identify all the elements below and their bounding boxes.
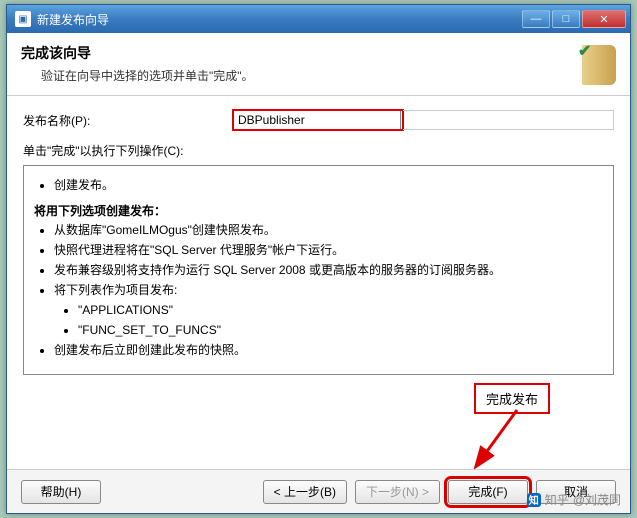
summary-section-title: 将用下列选项创建发布： bbox=[34, 202, 603, 219]
watermark-user: @刘茂同 bbox=[573, 491, 621, 508]
summary-item: 发布兼容级别将支持作为运行 SQL Server 2008 或更高版本的服务器的… bbox=[54, 261, 603, 279]
header-subtitle: 验证在向导中选择的选项并单击"完成"。 bbox=[21, 67, 572, 84]
watermark-site: 知乎 bbox=[545, 491, 569, 508]
summary-sub-item: "FUNC_SET_TO_FUNCS" bbox=[78, 321, 603, 339]
publish-name-input[interactable] bbox=[233, 110, 401, 130]
wizard-body: 发布名称(P): 单击"完成"以执行下列操作(C): 创建发布。 将用下列选项创… bbox=[7, 96, 630, 389]
summary-item: 创建发布后立即创建此发布的快照。 bbox=[54, 341, 603, 359]
wizard-window: ▣ 新建发布向导 — □ ✕ 完成该向导 验证在向导中选择的选项并单击"完成"。… bbox=[6, 4, 631, 514]
back-button[interactable]: < 上一步(B) bbox=[263, 480, 347, 504]
header-title: 完成该向导 bbox=[21, 43, 572, 63]
summary-box[interactable]: 创建发布。 将用下列选项创建发布： 从数据库"GomeILMOgus"创建快照发… bbox=[23, 165, 614, 375]
finish-button[interactable]: 完成(F) bbox=[448, 480, 528, 504]
input-extension bbox=[403, 110, 614, 130]
maximize-button[interactable]: □ bbox=[552, 10, 580, 28]
summary-item: 创建发布。 bbox=[54, 176, 603, 194]
checkmark-icon: ✔ bbox=[578, 41, 591, 61]
publish-name-label: 发布名称(P): bbox=[23, 112, 233, 129]
instruction-text: 单击"完成"以执行下列操作(C): bbox=[23, 142, 614, 159]
wizard-header: 完成该向导 验证在向导中选择的选项并单击"完成"。 ✔ bbox=[7, 33, 630, 96]
window-buttons: — □ ✕ bbox=[522, 10, 626, 28]
wizard-icon: ✔ bbox=[572, 43, 616, 87]
watermark: 知 知乎 @刘茂同 bbox=[527, 491, 621, 508]
publish-name-row: 发布名称(P): bbox=[23, 110, 614, 130]
summary-item: 将下列表作为项目发布: "APPLICATIONS" "FUNC_SET_TO_… bbox=[54, 281, 603, 339]
summary-sub-item: "APPLICATIONS" bbox=[78, 301, 603, 319]
help-button[interactable]: 帮助(H) bbox=[21, 480, 101, 504]
next-button: 下一步(N) > bbox=[355, 480, 440, 504]
zhihu-icon: 知 bbox=[527, 493, 541, 507]
annotation-arrow-icon bbox=[467, 405, 527, 475]
close-button[interactable]: ✕ bbox=[582, 10, 626, 28]
titlebar[interactable]: ▣ 新建发布向导 — □ ✕ bbox=[7, 5, 630, 33]
summary-item: 从数据库"GomeILMOgus"创建快照发布。 bbox=[54, 221, 603, 239]
minimize-button[interactable]: — bbox=[522, 10, 550, 28]
app-icon: ▣ bbox=[15, 11, 31, 27]
summary-item: 快照代理进程将在"SQL Server 代理服务"帐户下运行。 bbox=[54, 241, 603, 259]
annotation-callout: 完成发布 bbox=[474, 383, 550, 414]
window-title: 新建发布向导 bbox=[37, 11, 522, 28]
